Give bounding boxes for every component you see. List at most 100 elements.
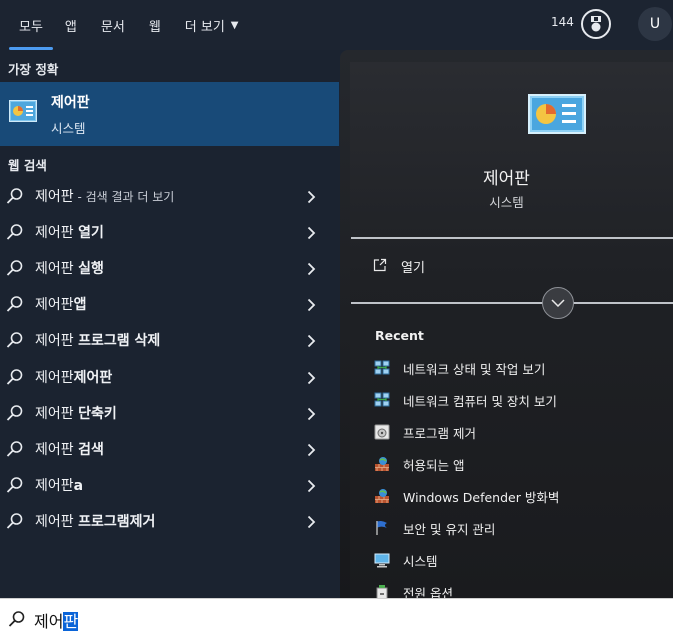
web-search-heading: 웹 검색 [8, 158, 47, 173]
web-suggestion-item[interactable]: 제어판 프로그램 삭제 [0, 322, 339, 358]
search-icon [6, 512, 24, 534]
recent-item[interactable]: 허용되는 앱 [374, 453, 464, 475]
web-suggestion-item[interactable]: 제어판앱 [0, 286, 339, 322]
tab-apps[interactable]: 앱 [53, 0, 89, 50]
recent-item[interactable]: 시스템 [374, 549, 438, 571]
suggestion-label: 제어판앱 [35, 294, 87, 314]
open-action[interactable]: 열기 [373, 257, 425, 276]
tab-documents-label: 문서 [100, 19, 125, 35]
web-suggestion-item[interactable]: 제어판 검색 [0, 431, 339, 467]
search-icon [6, 368, 24, 390]
expand-chevron-button[interactable] [542, 287, 574, 319]
firewall-icon [374, 456, 390, 472]
suggestion-prefix: 제어판 [35, 333, 79, 349]
best-match-type: 시스템 [51, 121, 86, 136]
search-icon [6, 476, 24, 498]
suggestion-label: 제어판 단축키 [35, 403, 117, 423]
results-panel: 가장 정확 제어판 시스템 웹 검색 제어판 - 검색 결과 더 보기제어판 열… [0, 50, 340, 598]
divider [351, 302, 673, 304]
suggestion-bold: 제어판 [73, 370, 113, 386]
search-icon [6, 259, 24, 281]
suggestion-label: 제어판a [35, 475, 83, 495]
suggestion-prefix: 제어판 [35, 297, 74, 313]
chevron-right-icon [307, 333, 316, 352]
divider [351, 237, 673, 239]
tab-apps-label: 앱 [64, 19, 77, 35]
suggestion-hint: - 검색 결과 더 보기 [73, 190, 175, 204]
recent-item-label: Windows Defender 방화벽 [403, 489, 560, 505]
suggestion-label: 제어판 실행 [35, 258, 104, 278]
search-icon [8, 610, 26, 632]
chevron-right-icon [307, 225, 316, 244]
search-icon [6, 440, 24, 462]
recent-item[interactable]: 네트워크 컴퓨터 및 장치 보기 [374, 389, 557, 411]
open-label: 열기 [401, 261, 425, 276]
suggestion-prefix: 제어판 [35, 478, 74, 494]
search-icon [6, 223, 24, 245]
chevron-right-icon [307, 261, 316, 280]
tab-more-label: 더 보기 [184, 19, 225, 35]
chevron-right-icon [307, 406, 316, 425]
suggestion-prefix: 제어판 [35, 442, 79, 458]
programs-icon [374, 424, 390, 440]
suggestion-label: 제어판제어판 [35, 367, 112, 387]
suggestion-prefix: 제어판 [35, 370, 74, 386]
chevron-right-icon [307, 442, 316, 461]
recent-item[interactable]: Windows Defender 방화벽 [374, 485, 559, 507]
web-suggestion-item[interactable]: 제어판 단축키 [0, 395, 339, 431]
recent-item[interactable]: 네트워크 상태 및 작업 보기 [374, 357, 545, 379]
chevron-right-icon [307, 297, 316, 316]
suggestion-label: 제어판 - 검색 결과 더 보기 [35, 186, 174, 206]
web-suggestion-item[interactable]: 제어판 프로그램제거 [0, 503, 339, 539]
search-typed-text: 제어 [34, 612, 64, 631]
tab-all-label: 모두 [19, 19, 43, 35]
control-panel-large-icon [528, 94, 586, 138]
preview-app-type: 시스템 [489, 195, 524, 210]
search-icon [6, 331, 24, 353]
recent-item[interactable]: 프로그램 제거 [374, 421, 476, 443]
recent-item-label: 네트워크 컴퓨터 및 장치 보기 [403, 393, 557, 409]
web-suggestion-item[interactable]: 제어판제어판 [0, 359, 339, 395]
tab-web[interactable]: 웹 [137, 0, 173, 50]
user-avatar[interactable]: U [638, 7, 672, 41]
recent-heading: Recent [375, 328, 424, 343]
best-match-heading: 가장 정확 [8, 62, 59, 77]
recent-item-label: 프로그램 제거 [403, 425, 476, 441]
web-suggestion-item[interactable]: 제어판 실행 [0, 250, 339, 286]
search-input[interactable]: 제어판 [34, 608, 79, 632]
rewards-medal-icon[interactable] [581, 9, 611, 39]
control-panel-icon [9, 100, 37, 126]
tab-more[interactable]: 더 보기 ▼ [173, 0, 251, 50]
web-suggestion-item[interactable]: 제어판 열기 [0, 214, 339, 250]
recent-item[interactable]: 보안 및 유지 관리 [374, 517, 495, 539]
tab-documents[interactable]: 문서 [89, 0, 137, 50]
recent-item-label: 허용되는 앱 [403, 457, 465, 473]
suggestion-bold: 실행 [78, 261, 104, 277]
search-box[interactable]: 제어판 [0, 598, 673, 637]
tab-web-label: 웹 [148, 19, 161, 35]
preview-panel: 제어판 시스템 열기 Recent 네트워크 상태 및 작업 보기 네트워크 컴퓨… [340, 50, 673, 601]
web-suggestion-item[interactable]: 제어판a [0, 467, 339, 503]
avatar-initial: U [649, 16, 661, 32]
suggestion-prefix: 제어판 [35, 406, 79, 422]
best-match-item[interactable]: 제어판 시스템 [0, 82, 339, 146]
suggestion-label: 제어판 검색 [35, 439, 104, 459]
suggestion-bold: 프로그램제거 [78, 514, 156, 530]
chevron-right-icon [307, 514, 316, 533]
flag-icon [374, 520, 390, 536]
web-suggestion-item[interactable]: 제어판 - 검색 결과 더 보기 [0, 178, 339, 214]
recent-item-label: 시스템 [403, 553, 438, 569]
suggestion-bold: 프로그램 삭제 [78, 333, 161, 349]
caret-down-icon: ▼ [230, 19, 239, 31]
search-selected-text: 판 [63, 612, 79, 631]
search-icon [6, 187, 24, 209]
recent-item-label: 보안 및 유지 관리 [403, 521, 496, 537]
suggestion-bold: 앱 [73, 297, 87, 313]
chevron-down-icon [551, 299, 565, 307]
suggestion-bold: a [73, 478, 84, 494]
suggestion-prefix: 제어판 [35, 261, 79, 277]
suggestion-bold: 검색 [78, 442, 104, 458]
tab-all[interactable]: 모두 [9, 0, 53, 50]
monitor-icon [374, 552, 390, 568]
recent-item-label: 네트워크 상태 및 작업 보기 [403, 361, 546, 377]
